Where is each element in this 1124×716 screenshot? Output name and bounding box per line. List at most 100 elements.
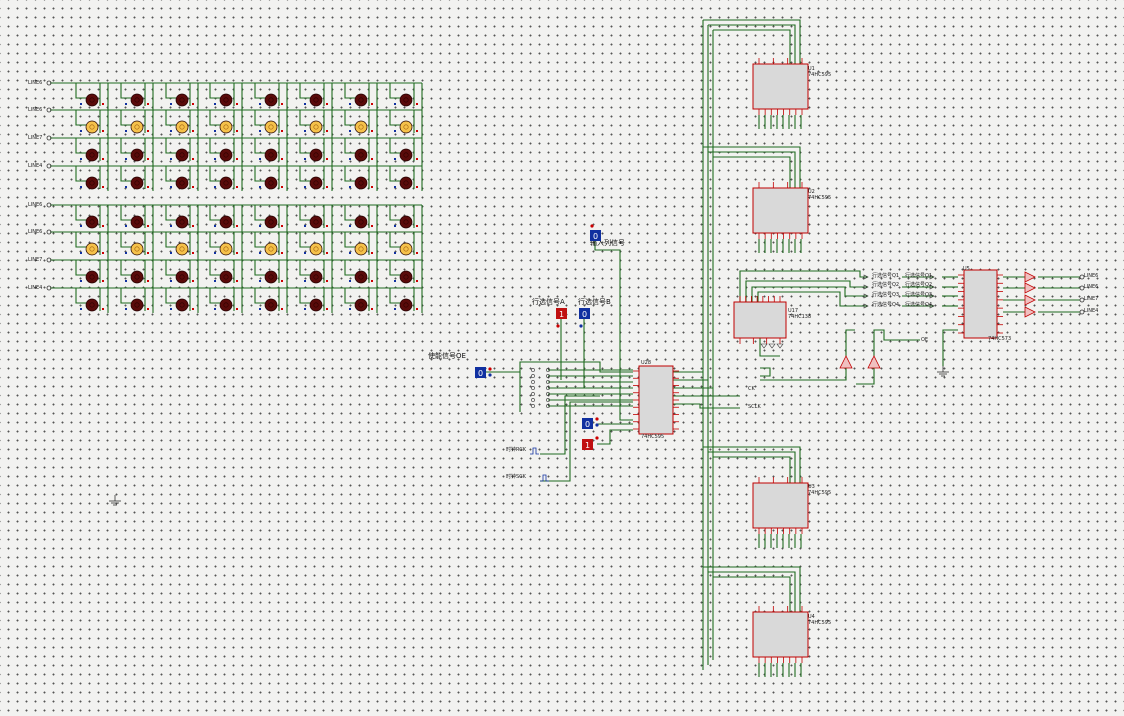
pin-dot (192, 186, 194, 188)
chip-part: 74HC595 (641, 434, 664, 440)
led-off (85, 298, 99, 312)
led-off (309, 298, 323, 312)
row-label: LINE6 (28, 107, 42, 113)
pin-dot (259, 103, 261, 105)
pin-dot (349, 280, 351, 282)
pin-dot (304, 186, 306, 188)
buffer-triangle (1024, 282, 1036, 294)
wire (594, 241, 633, 421)
output-label: LINE6 (1084, 273, 1098, 279)
wire (254, 288, 265, 304)
pin-dot (259, 280, 261, 282)
pin-dot (102, 158, 104, 160)
led-off (354, 215, 368, 229)
wire (708, 24, 796, 64)
row-label: LINE6 (28, 202, 42, 208)
wire (703, 566, 801, 612)
led-off (264, 93, 278, 107)
pin-dot (394, 130, 396, 132)
led-on (219, 242, 233, 256)
pin-dot (236, 225, 238, 227)
wire (254, 138, 265, 154)
wire (254, 232, 265, 248)
clock-sck-label: 时钟SCK (506, 473, 527, 480)
pin-dot (349, 130, 351, 132)
led-on (85, 120, 99, 134)
net-sclk: SCLK (748, 404, 761, 410)
wire (209, 83, 220, 99)
pin-dot (349, 308, 351, 310)
row-label: LINE4 (28, 163, 42, 169)
junction (531, 386, 535, 390)
wire (165, 232, 176, 248)
pin-dot (214, 158, 216, 160)
wire (75, 260, 86, 276)
pin-dot (371, 225, 373, 227)
chip-u1 (752, 63, 809, 110)
pin-dot (416, 280, 418, 282)
chip-u5 (963, 269, 998, 339)
led-off (264, 148, 278, 162)
pin-dot (304, 225, 306, 227)
pin-dot (192, 103, 194, 105)
led-off (309, 93, 323, 107)
net-q3b: 行选信号Q3 (905, 291, 932, 298)
pin-dot (416, 103, 418, 105)
chip-name: U28 (641, 360, 651, 366)
pin-dot (192, 130, 194, 132)
pin-dot (102, 103, 104, 105)
wire (389, 260, 400, 276)
wire (209, 232, 220, 248)
output-label: LINE4 (1084, 308, 1098, 314)
pin-dot (304, 158, 306, 160)
pin-dot (304, 308, 306, 310)
pin-dot (214, 280, 216, 282)
diode (760, 343, 768, 349)
pin-dot (259, 252, 261, 254)
net-q2: 行选信号Q2 (872, 281, 899, 288)
ctrl-probe-0-value: 0 (585, 420, 590, 429)
led-on (175, 242, 189, 256)
wire (389, 232, 400, 248)
wire (254, 110, 265, 126)
pin-dot (304, 280, 306, 282)
pin-dot (304, 103, 306, 105)
wire (165, 288, 176, 304)
wire (75, 288, 86, 304)
wire (299, 288, 310, 304)
led-off (219, 298, 233, 312)
wire (389, 288, 400, 304)
diode (768, 343, 776, 349)
pin-dot (192, 225, 194, 227)
led-off (219, 93, 233, 107)
buffer-triangle (1024, 306, 1036, 318)
ctrl-probe-0[interactable]: 0 (582, 417, 599, 429)
led-on (309, 242, 323, 256)
pin-dot (326, 280, 328, 282)
wire (254, 205, 265, 221)
wire (873, 329, 920, 356)
pin-dot (214, 130, 216, 132)
pin-dot (371, 308, 373, 310)
chip-u2 (752, 187, 809, 234)
row-b-probe-value: 0 (582, 310, 587, 319)
pin-dot (147, 158, 149, 160)
led-off (309, 176, 323, 190)
pin-dot (192, 158, 194, 160)
pin-dot (371, 130, 373, 132)
pin-dot (214, 308, 216, 310)
enable-label: 使能信号OE (428, 351, 466, 360)
led-off (264, 298, 278, 312)
wire (299, 260, 310, 276)
pin-dot (416, 158, 418, 160)
wire (165, 138, 176, 154)
input-row-probe[interactable]: 0 (590, 224, 601, 241)
pin-dot (281, 225, 283, 227)
pin-dot (192, 308, 194, 310)
led-off (85, 215, 99, 229)
pin-dot (147, 130, 149, 132)
junction (531, 368, 535, 372)
led-off (175, 176, 189, 190)
pin-dot (304, 252, 306, 254)
ctrl-probe-1[interactable]: 1 (582, 436, 599, 450)
